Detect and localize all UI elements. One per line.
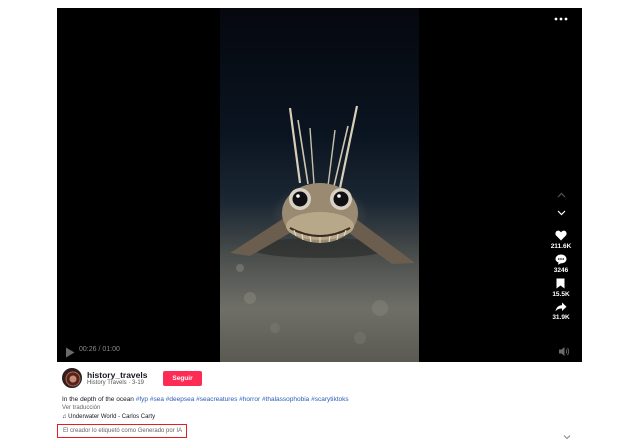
comment-count: 3246 <box>553 267 569 274</box>
play-icon <box>66 347 75 358</box>
next-video-button[interactable] <box>550 204 572 222</box>
comment-button[interactable]: 3246 <box>554 254 568 274</box>
avatar[interactable] <box>62 368 82 388</box>
caption-text: In the depth of the ocean <box>62 396 136 403</box>
share-button[interactable]: 31.9K <box>552 302 570 321</box>
post-caption: In the depth of the ocean #fyp #sea #dee… <box>62 396 349 403</box>
like-button[interactable]: 211.6K <box>550 230 572 250</box>
more-icon[interactable] <box>550 10 572 26</box>
side-actions: 211.6K 3246 15.5K 31.9K <box>546 186 576 321</box>
video-player[interactable]: 211.6K 3246 15.5K 31.9K 00:26 / 01:00 <box>57 8 582 362</box>
hashtag-link[interactable]: #seacreatures <box>196 396 237 403</box>
author-name-date: History Travels · 3-19 <box>87 380 145 386</box>
previous-video-button[interactable] <box>550 186 572 204</box>
see-translation-link[interactable]: Ver traducción <box>62 405 100 411</box>
play-button[interactable] <box>65 345 77 358</box>
chevron-up-icon <box>557 192 565 198</box>
video-controls: 00:26 / 01:00 <box>57 340 582 362</box>
share-count: 31.9K <box>552 314 570 321</box>
heart-icon <box>555 230 567 241</box>
hashtag-link[interactable]: #deepsea <box>166 396 195 403</box>
hashtag-link[interactable]: #thalassophobia <box>262 396 309 403</box>
share-icon <box>555 302 567 312</box>
bookmark-icon <box>556 278 565 289</box>
music-link[interactable]: ♫ Underwater World - Carlos Carty <box>62 414 155 420</box>
like-count: 211.6K <box>550 243 572 250</box>
chevron-down-icon <box>563 435 571 440</box>
page: 211.6K 3246 15.5K 31.9K 00:26 / 01:00 hi… <box>0 0 640 448</box>
hashtag-link[interactable]: #scarytiktoks <box>311 396 349 403</box>
comment-icon <box>555 254 567 265</box>
video-time: 00:26 / 01:00 <box>79 346 120 353</box>
deep-sea-creature-image <box>230 105 415 344</box>
volume-icon <box>559 347 570 356</box>
video-frame[interactable] <box>220 8 419 362</box>
chevron-down-icon <box>557 210 565 216</box>
hashtag-link[interactable]: #sea <box>150 396 164 403</box>
follow-button[interactable]: Seguir <box>163 371 202 386</box>
hashtag-link[interactable]: #horror <box>239 396 260 403</box>
author-username[interactable]: history_travels <box>87 370 147 380</box>
hashtag-link[interactable]: #fyp <box>136 396 148 403</box>
volume-button[interactable] <box>558 344 572 358</box>
expand-button[interactable] <box>563 427 573 440</box>
save-button[interactable]: 15.5K <box>552 278 570 298</box>
ai-generated-label: El creador lo etiquetó como Generado por… <box>57 424 187 438</box>
save-count: 15.5K <box>552 291 570 298</box>
